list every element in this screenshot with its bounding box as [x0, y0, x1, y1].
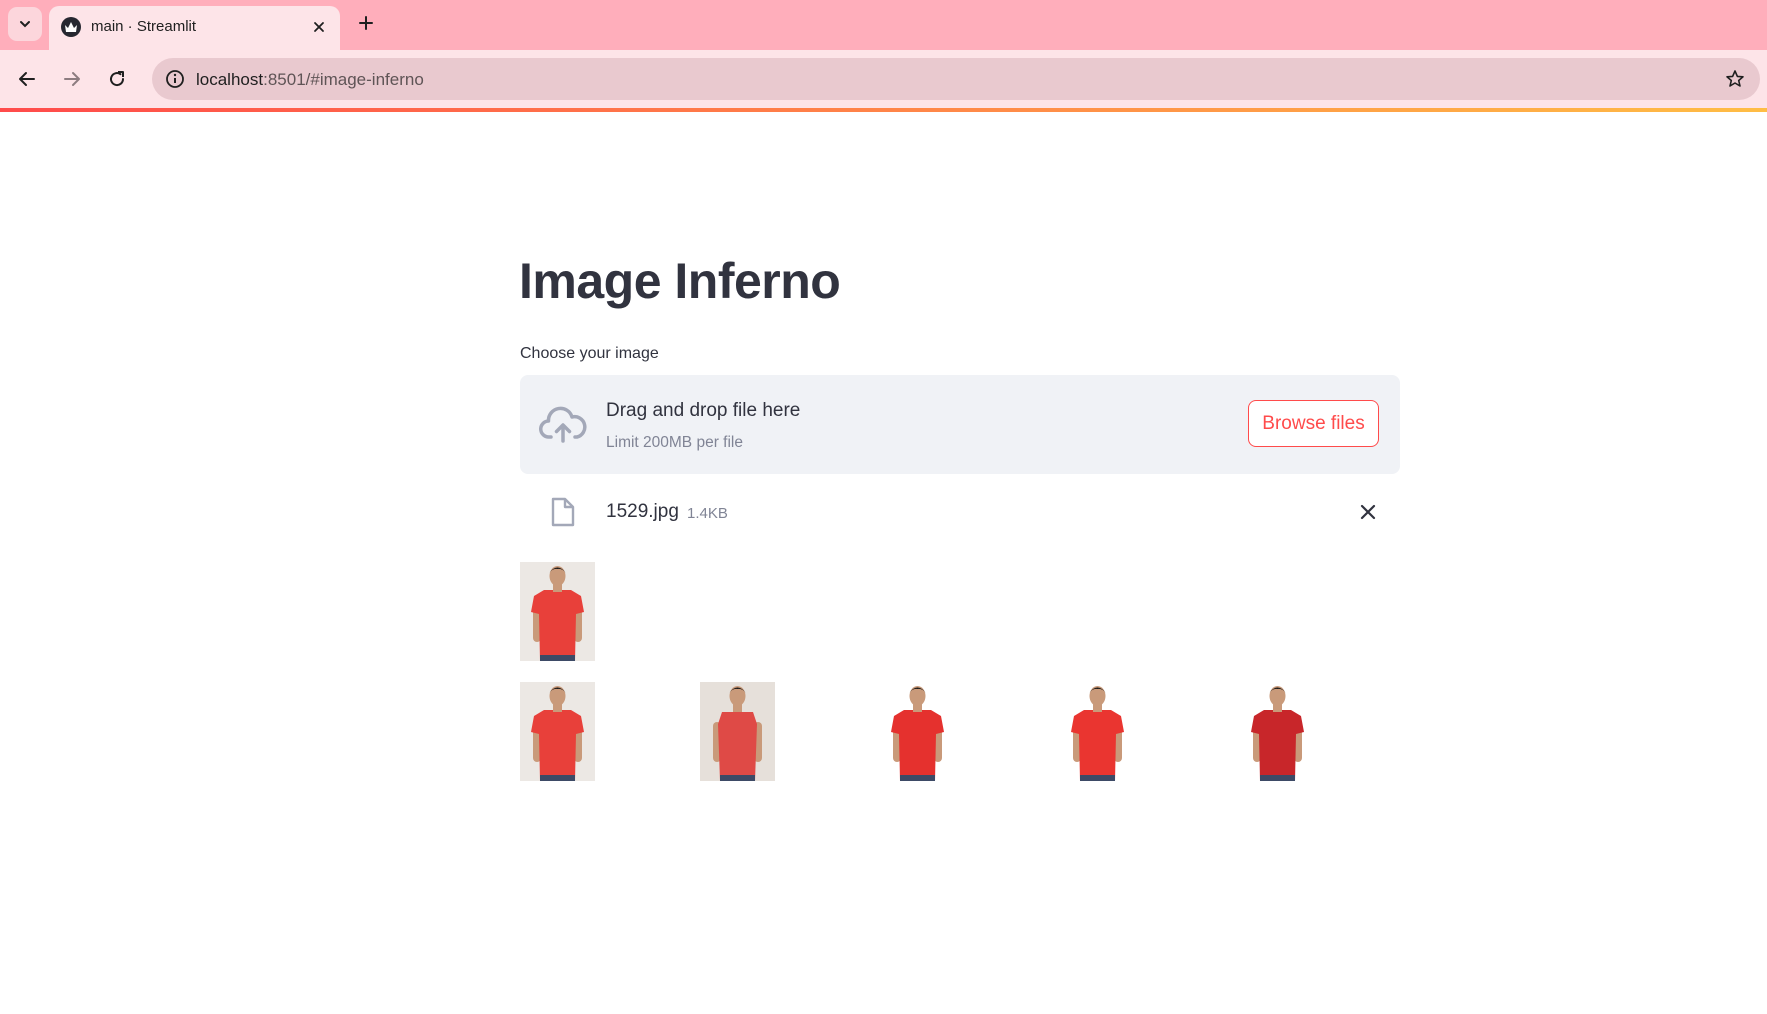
- result-image: [880, 682, 955, 781]
- uploaded-file-row: 1529.jpg 1.4KB: [520, 490, 1400, 534]
- reload-button[interactable]: [102, 64, 132, 94]
- chevron-down-icon: [20, 21, 30, 28]
- remove-file-button[interactable]: [1354, 498, 1382, 526]
- result-image: [700, 682, 775, 781]
- uploaded-image-preview: [520, 562, 595, 661]
- browser-tab-bar: main · Streamlit: [0, 0, 1767, 50]
- tab-close-button[interactable]: [308, 16, 330, 38]
- back-button[interactable]: [12, 64, 42, 94]
- new-tab-button[interactable]: [351, 8, 381, 38]
- star-icon: [1726, 70, 1744, 87]
- tab-search-button[interactable]: [8, 7, 42, 41]
- browser-tab-active[interactable]: main · Streamlit: [49, 6, 340, 50]
- back-arrow-icon: [19, 72, 35, 86]
- address-bar[interactable]: localhost:8501/#image-inferno: [152, 58, 1760, 100]
- info-icon: [166, 70, 184, 88]
- uploaded-file-name: 1529.jpg: [606, 501, 679, 522]
- browse-files-button[interactable]: Browse files: [1248, 400, 1379, 447]
- site-info-button[interactable]: [162, 66, 188, 92]
- cloud-upload-icon: [539, 406, 587, 443]
- file-icon: [551, 497, 575, 527]
- result-image: [1060, 682, 1135, 781]
- reload-icon: [110, 71, 125, 87]
- streamlit-favicon: [61, 17, 81, 37]
- page-title: Image Inferno: [519, 253, 841, 309]
- tab-title: main · Streamlit: [91, 18, 197, 35]
- uploaded-file-size: 1.4KB: [687, 505, 728, 522]
- result-image: [520, 682, 595, 781]
- plus-icon: [359, 16, 373, 30]
- bookmark-button[interactable]: [1722, 66, 1748, 92]
- streamlit-header-decoration: [0, 108, 1767, 112]
- close-icon: [314, 22, 324, 32]
- dropzone-instructions: Drag and drop file here: [606, 400, 801, 421]
- browser-toolbar: localhost:8501/#image-inferno: [0, 50, 1767, 108]
- file-dropzone[interactable]: Drag and drop file here Limit 200MB per …: [520, 375, 1400, 474]
- dropzone-limit: Limit 200MB per file: [606, 434, 743, 451]
- uploader-label: Choose your image: [520, 345, 659, 362]
- forward-arrow-icon: [64, 72, 80, 86]
- close-icon: [1360, 504, 1376, 520]
- forward-button[interactable]: [57, 64, 87, 94]
- url-text: localhost:8501/#image-inferno: [196, 70, 424, 89]
- result-image: [1240, 682, 1315, 781]
